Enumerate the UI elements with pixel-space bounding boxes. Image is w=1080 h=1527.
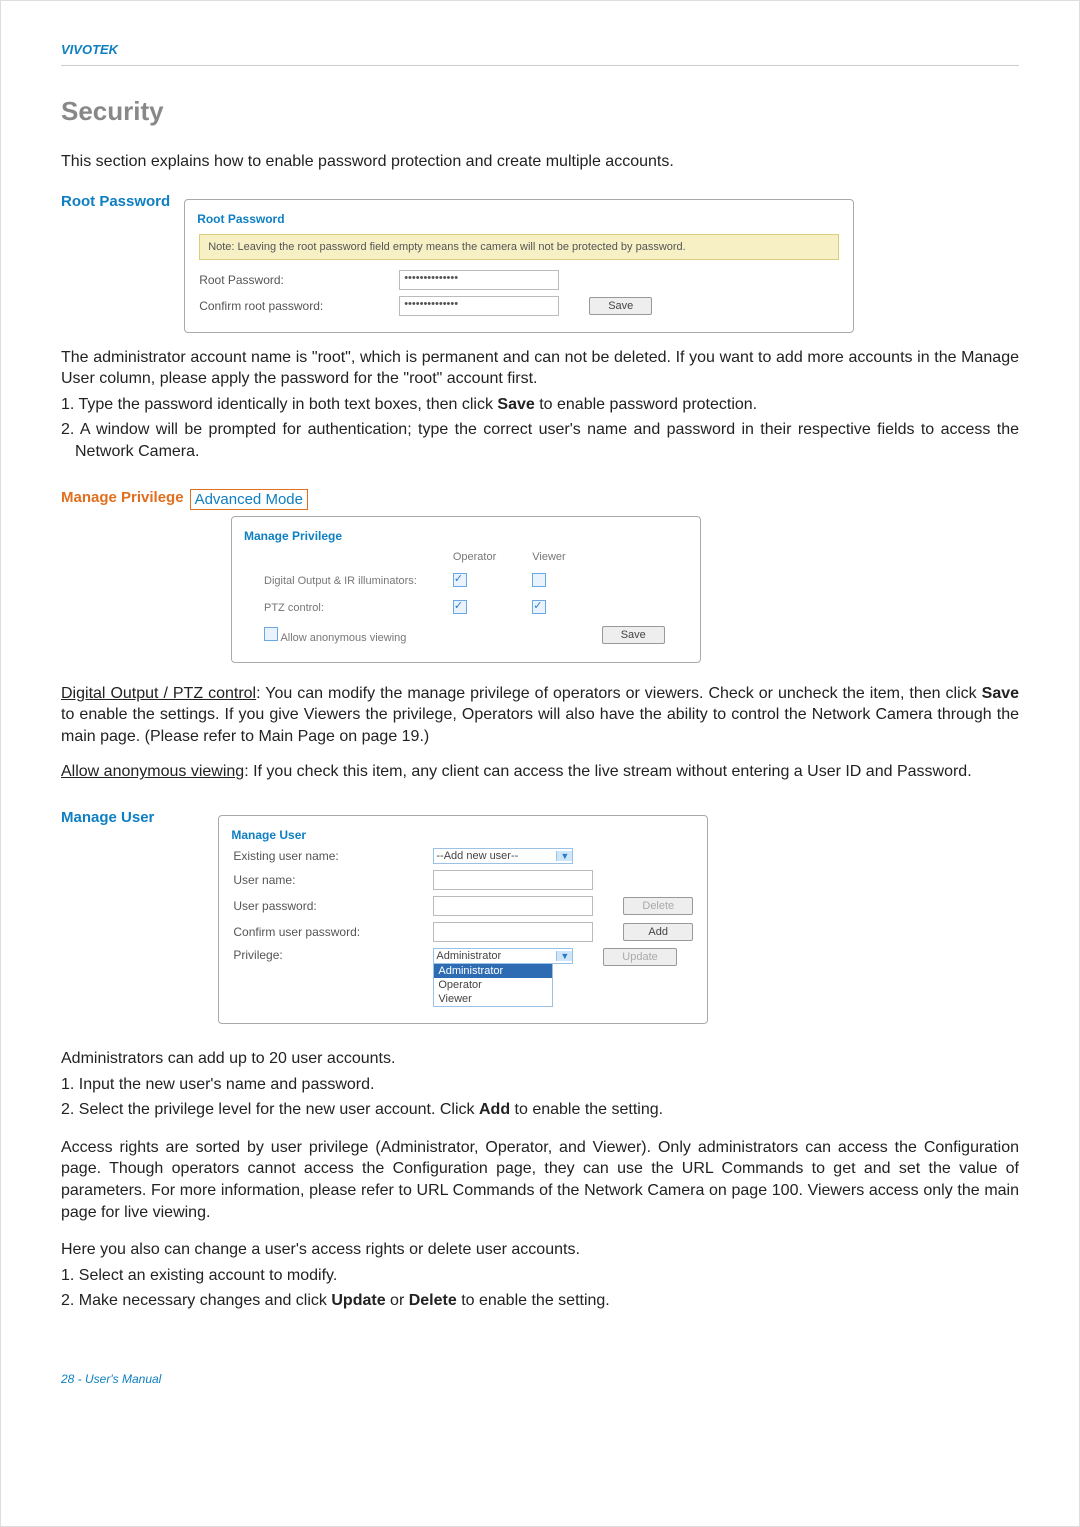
manage-user-desc-5: Here you also can change a user's access… (61, 1239, 1019, 1261)
manage-user-panel: Manage User Existing user name: --Add ne… (218, 815, 708, 1024)
manage-privilege-panel: Manage Privilege Operator Viewer Digital… (231, 516, 701, 663)
privilege-label: Privilege: (233, 948, 403, 962)
privilege-option-administrator[interactable]: Administrator (434, 964, 552, 978)
checkbox-ptz-viewer[interactable] (532, 600, 546, 614)
advanced-mode-badge: Advanced Mode (190, 489, 308, 510)
delete-user-button[interactable]: Delete (623, 897, 693, 915)
manage-user-heading: Manage User (61, 809, 154, 826)
manage-user-desc-7: 2. Make necessary changes and click Upda… (61, 1290, 1019, 1312)
manage-user-desc-4: Access rights are sorted by user privile… (61, 1137, 1019, 1223)
privilege-select[interactable]: Administrator (434, 949, 556, 963)
root-password-desc-1: The administrator account name is "root"… (61, 347, 1019, 390)
root-password-desc-2: 1. Type the password identically in both… (61, 394, 1019, 416)
manage-user-legend: Manage User (227, 828, 310, 842)
priv-row-digital-output-label: Digital Output & IR illuminators: (246, 571, 435, 592)
privilege-option-viewer[interactable]: Viewer (434, 992, 552, 1006)
intro-text: This section explains how to enable pass… (61, 151, 1019, 173)
manage-privilege-save-button[interactable]: Save (602, 626, 665, 644)
privilege-dropdown-options: Administrator Operator Viewer (433, 963, 553, 1007)
add-user-button[interactable]: Add (623, 923, 693, 941)
anonymous-viewing-desc: Allow anonymous viewing: If you check th… (61, 761, 1019, 783)
page-footer: 28 - User's Manual (61, 1372, 1019, 1386)
header-bar: VIVOTEK (61, 41, 1019, 66)
confirm-root-password-input[interactable]: •••••••••••••• (399, 296, 559, 316)
manage-privilege-heading: Manage Privilege (61, 489, 184, 506)
manage-user-desc-2: 1. Input the new user's name and passwor… (61, 1074, 1019, 1096)
checkbox-digital-output-operator[interactable] (453, 573, 467, 587)
col-operator: Operator (435, 549, 514, 565)
existing-username-label: Existing user name: (233, 849, 403, 863)
confirm-user-password-input[interactable] (433, 922, 593, 942)
root-password-label: Root Password: (199, 273, 369, 287)
confirm-user-password-label: Confirm user password: (233, 925, 403, 939)
anonymous-viewing-label: Allow anonymous viewing (280, 632, 406, 644)
root-password-input[interactable]: •••••••••••••• (399, 270, 559, 290)
col-viewer: Viewer (514, 549, 583, 565)
page: VIVOTEK Security This section explains h… (0, 0, 1080, 1527)
priv-row-ptz-label: PTZ control: (246, 598, 435, 619)
checkbox-anonymous-viewing[interactable] (264, 627, 278, 641)
privilege-option-operator[interactable]: Operator (434, 978, 552, 992)
manage-user-desc-1: Administrators can add up to 20 user acc… (61, 1048, 1019, 1070)
manage-user-desc-6: 1. Select an existing account to modify. (61, 1265, 1019, 1287)
root-password-legend: Root Password (193, 212, 288, 226)
manage-privilege-legend: Manage Privilege (240, 529, 346, 543)
digital-output-ptz-desc: Digital Output / PTZ control: You can mo… (61, 683, 1019, 748)
root-password-desc-3: 2. A window will be prompted for authent… (61, 419, 1019, 462)
username-label: User name: (233, 873, 403, 887)
root-password-heading: Root Password (61, 193, 170, 210)
page-title: Security (61, 96, 1019, 127)
privilege-table: Operator Viewer Digital Output & IR illu… (246, 543, 683, 652)
user-password-label: User password: (233, 899, 403, 913)
chevron-down-icon[interactable]: ▼ (556, 951, 572, 961)
chevron-down-icon[interactable]: ▼ (556, 851, 572, 861)
confirm-root-password-label: Confirm root password: (199, 299, 369, 313)
checkbox-ptz-operator[interactable] (453, 600, 467, 614)
manage-user-desc-3: 2. Select the privilege level for the ne… (61, 1099, 1019, 1121)
existing-username-select[interactable]: --Add new user-- (434, 849, 556, 863)
user-password-input[interactable] (433, 896, 593, 916)
brand-logo: VIVOTEK (61, 42, 118, 57)
root-password-note: Note: Leaving the root password field em… (199, 234, 839, 260)
update-user-button[interactable]: Update (603, 948, 676, 966)
checkbox-digital-output-viewer[interactable] (532, 573, 546, 587)
root-password-panel: Root Password Note: Leaving the root pas… (184, 199, 854, 333)
root-password-save-button[interactable]: Save (589, 297, 652, 315)
username-input[interactable] (433, 870, 593, 890)
